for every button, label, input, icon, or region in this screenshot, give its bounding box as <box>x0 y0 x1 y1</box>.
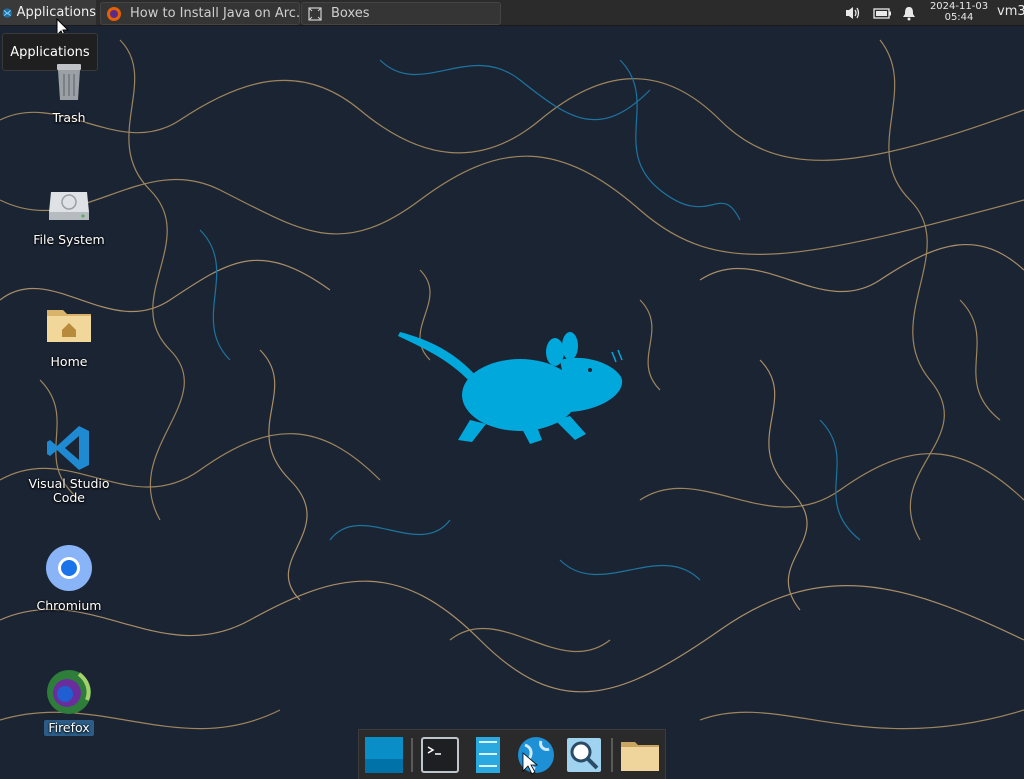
notification-bell-icon[interactable] <box>900 5 918 21</box>
desktop-icon-file-system[interactable]: File System <box>14 178 124 248</box>
dock-separator <box>411 738 413 772</box>
top-panel: Applications How to Install Java on Arc.… <box>0 0 1024 26</box>
web-browser-icon[interactable] <box>515 735 557 775</box>
desktop-icon-label: Firefox <box>44 720 94 736</box>
clock-date: 2024-11-03 <box>929 1 989 12</box>
taskbar-window-title: Boxes <box>331 6 370 21</box>
show-desktop-icon[interactable] <box>363 735 405 775</box>
hostname-label[interactable]: vm3 <box>997 4 1024 19</box>
applications-menu-button[interactable]: Applications <box>0 0 96 25</box>
desktop-icon-trash[interactable]: Trash <box>14 56 124 126</box>
desktop-icon-label: Visual Studio Code <box>28 476 110 505</box>
app-finder-icon[interactable] <box>563 735 605 775</box>
bottom-dock <box>358 729 666 779</box>
desktop-icon-home[interactable]: Home <box>14 300 124 370</box>
firefox-icon <box>47 670 91 714</box>
xfce-logo-icon <box>2 7 12 18</box>
chromium-icon <box>46 545 92 591</box>
terminal-icon[interactable] <box>419 735 461 775</box>
desktop-icon-firefox[interactable]: Firefox <box>14 666 124 736</box>
trash-icon <box>57 64 81 100</box>
clock[interactable]: 2024-11-03 05:44 <box>924 0 994 26</box>
folder-icon[interactable] <box>619 735 661 775</box>
volume-icon[interactable] <box>844 5 864 21</box>
clock-time: 05:44 <box>944 12 974 23</box>
file-manager-icon[interactable] <box>467 735 509 775</box>
home-folder-icon <box>47 310 91 342</box>
desktop-icon-label: Chromium <box>36 598 102 613</box>
taskbar-window-title: How to Install Java on Arc... <box>130 6 300 21</box>
desktop-wallpaper <box>0 0 1024 778</box>
taskbar-window-firefox[interactable]: How to Install Java on Arc... <box>100 2 300 25</box>
desktop-icon-vscode[interactable]: Visual Studio Code <box>14 422 124 506</box>
firefox-icon <box>107 6 121 21</box>
desktop-icon-label: Trash <box>52 110 86 125</box>
battery-icon[interactable] <box>872 5 894 21</box>
desktop-icon-label: File System <box>33 232 105 247</box>
drive-icon <box>49 192 89 220</box>
desktop-icon-label: Home <box>50 354 88 369</box>
taskbar-window-boxes[interactable]: Boxes <box>301 2 501 25</box>
boxes-icon <box>308 6 322 21</box>
desktop-icon-chromium[interactable]: Chromium <box>14 544 124 614</box>
system-tray <box>844 0 918 25</box>
vscode-icon <box>47 426 89 470</box>
dock-separator <box>611 738 613 772</box>
